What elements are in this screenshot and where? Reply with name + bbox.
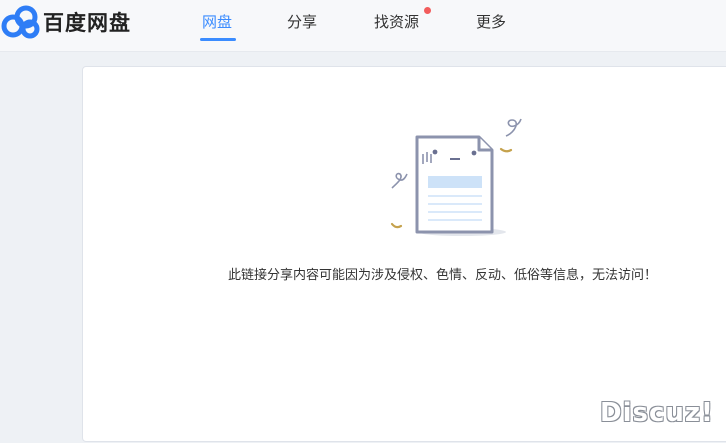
- left-sidebar: [0, 52, 82, 443]
- baidu-netdisk-logo[interactable]: 百度网盘: [0, 4, 131, 40]
- top-navigation-bar: 百度网盘 网盘 分享 找资源 更多: [0, 0, 726, 52]
- tab-netdisk[interactable]: 网盘: [200, 0, 240, 52]
- tab-netdisk-label: 网盘: [202, 13, 233, 31]
- tab-more-label: 更多: [476, 13, 507, 31]
- tab-share[interactable]: 分享: [287, 0, 327, 52]
- blocked-share-message: 此链接分享内容可能因为涉及侵权、色情、反动、低俗等信息，无法访问！: [228, 268, 658, 283]
- sad-document-icon: [390, 118, 522, 236]
- tab-more[interactable]: 更多: [476, 0, 516, 52]
- tab-find-resources[interactable]: 找资源: [374, 0, 434, 52]
- tab-find-resources-label: 找资源: [374, 13, 420, 31]
- tab-share-label: 分享: [287, 13, 318, 31]
- cloud-logo-icon: [1, 5, 40, 39]
- active-tab-indicator: [200, 38, 236, 41]
- brand-name: 百度网盘: [43, 11, 131, 35]
- notification-dot-icon: [424, 7, 431, 14]
- discuz-watermark: Discuz!: [600, 398, 714, 428]
